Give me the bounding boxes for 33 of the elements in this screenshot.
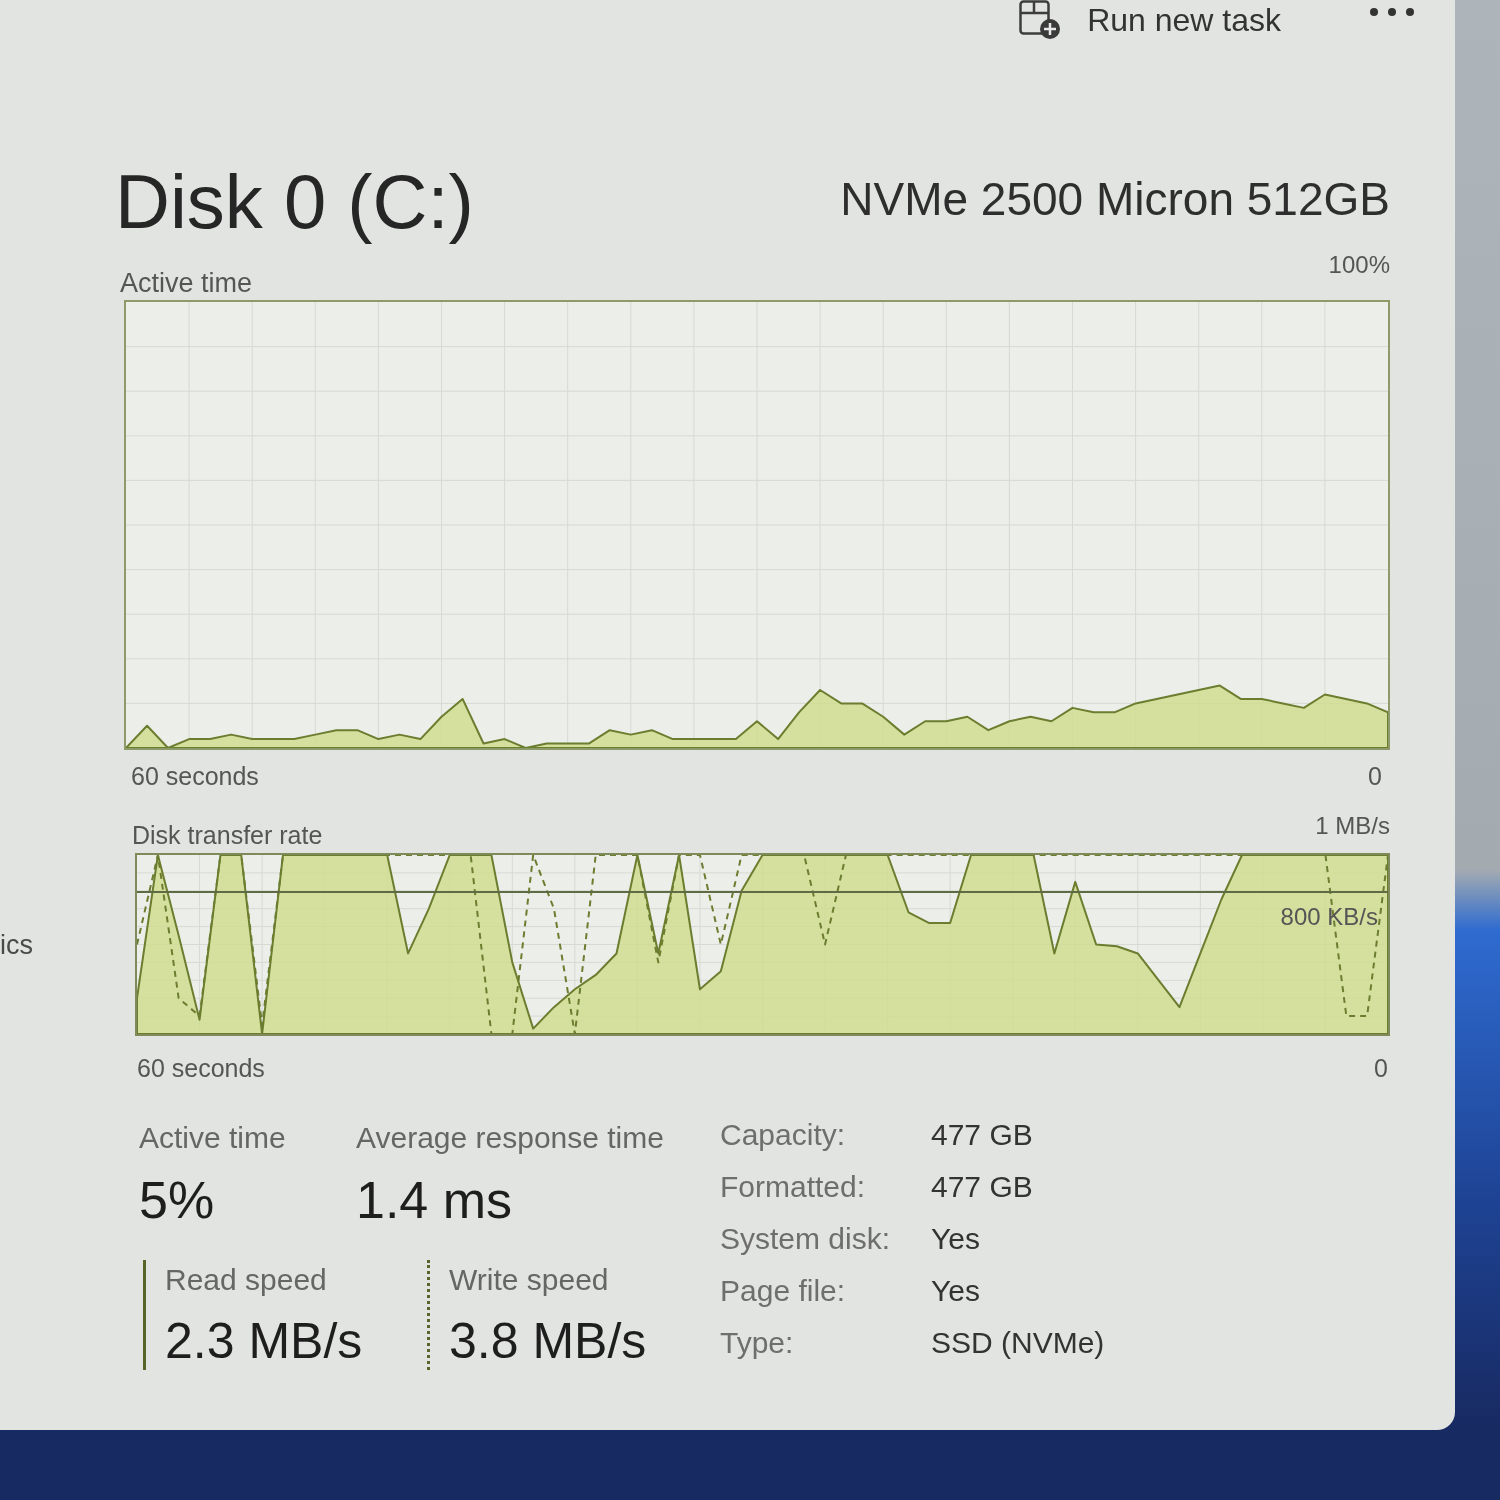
- speed-value: 3.8 MB/s: [449, 1316, 647, 1366]
- scale-label: 1 MB/s: [1315, 814, 1390, 838]
- property-label: Formatted:: [720, 1172, 867, 1202]
- axis-label: 0: [1374, 1056, 1388, 1081]
- property-label: Capacity:: [720, 1120, 847, 1150]
- stat-label: Active time: [139, 1123, 286, 1153]
- scale-label: 100%: [1328, 253, 1390, 277]
- speed-label: Write speed: [449, 1265, 609, 1295]
- property-value: 477 GB: [931, 1120, 1034, 1150]
- stat-value: 5%: [139, 1174, 215, 1226]
- stat-value: 1.4 ms: [356, 1174, 513, 1226]
- solid-line-icon: [143, 1260, 146, 1370]
- property-value: 477 GB: [931, 1172, 1034, 1202]
- dotted-line-icon: [427, 1260, 430, 1370]
- property-value: Yes: [931, 1276, 981, 1306]
- speed-value: 2.3 MB/s: [165, 1316, 363, 1366]
- axis-label: 60 seconds: [137, 1056, 265, 1081]
- scale-label: 800 KB/s: [1280, 904, 1378, 929]
- axis-label: 60 seconds: [131, 764, 259, 789]
- more-icon: [1369, 7, 1415, 17]
- property-value: Yes: [931, 1224, 981, 1254]
- run-new-task-button[interactable]: Run new task: [1019, 0, 1281, 40]
- property-label: System disk:: [720, 1224, 892, 1254]
- property-label: Type:: [720, 1328, 795, 1358]
- graph-title: Disk transfer rate: [132, 823, 323, 848]
- graph-title: Active time: [120, 270, 253, 297]
- sidebar-item[interactable]: ics: [0, 932, 33, 959]
- property-value: SSD (NVMe): [931, 1328, 1105, 1358]
- stat-label: Average response time: [356, 1123, 664, 1153]
- property-label: Page file:: [720, 1276, 847, 1306]
- speed-label: Read speed: [165, 1265, 327, 1295]
- axis-label: 0: [1368, 764, 1382, 789]
- disk-model: NVMe 2500 Micron 512GB: [840, 176, 1390, 222]
